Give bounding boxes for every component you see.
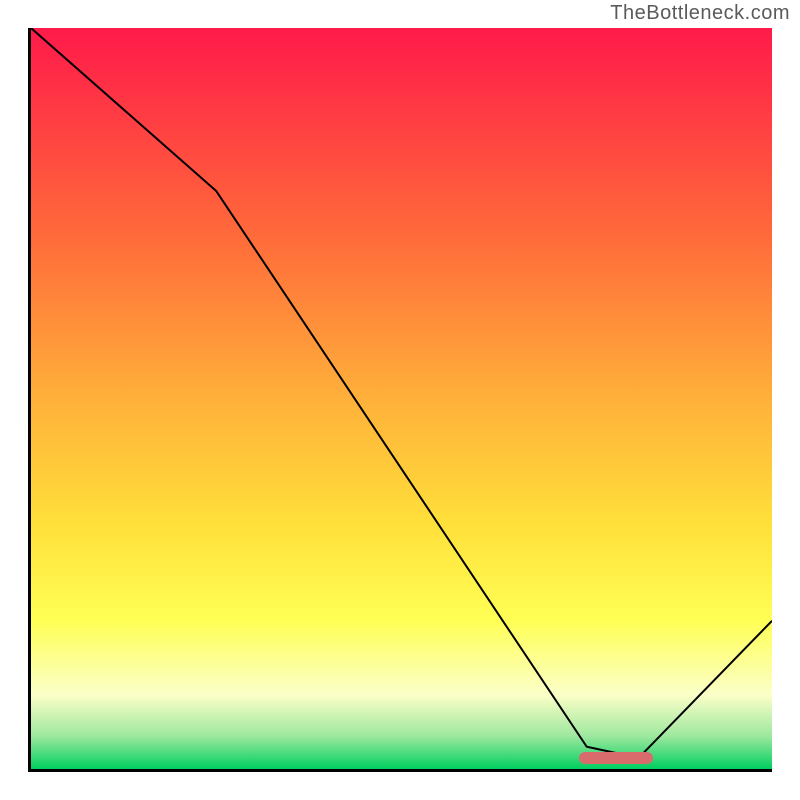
optimal-range-marker xyxy=(579,752,653,764)
chart-frame: TheBottleneck.com xyxy=(0,0,800,800)
plot-area xyxy=(28,28,772,772)
bottleneck-curve xyxy=(31,28,772,769)
plot-inner xyxy=(31,28,772,769)
attribution-text: TheBottleneck.com xyxy=(610,2,790,25)
